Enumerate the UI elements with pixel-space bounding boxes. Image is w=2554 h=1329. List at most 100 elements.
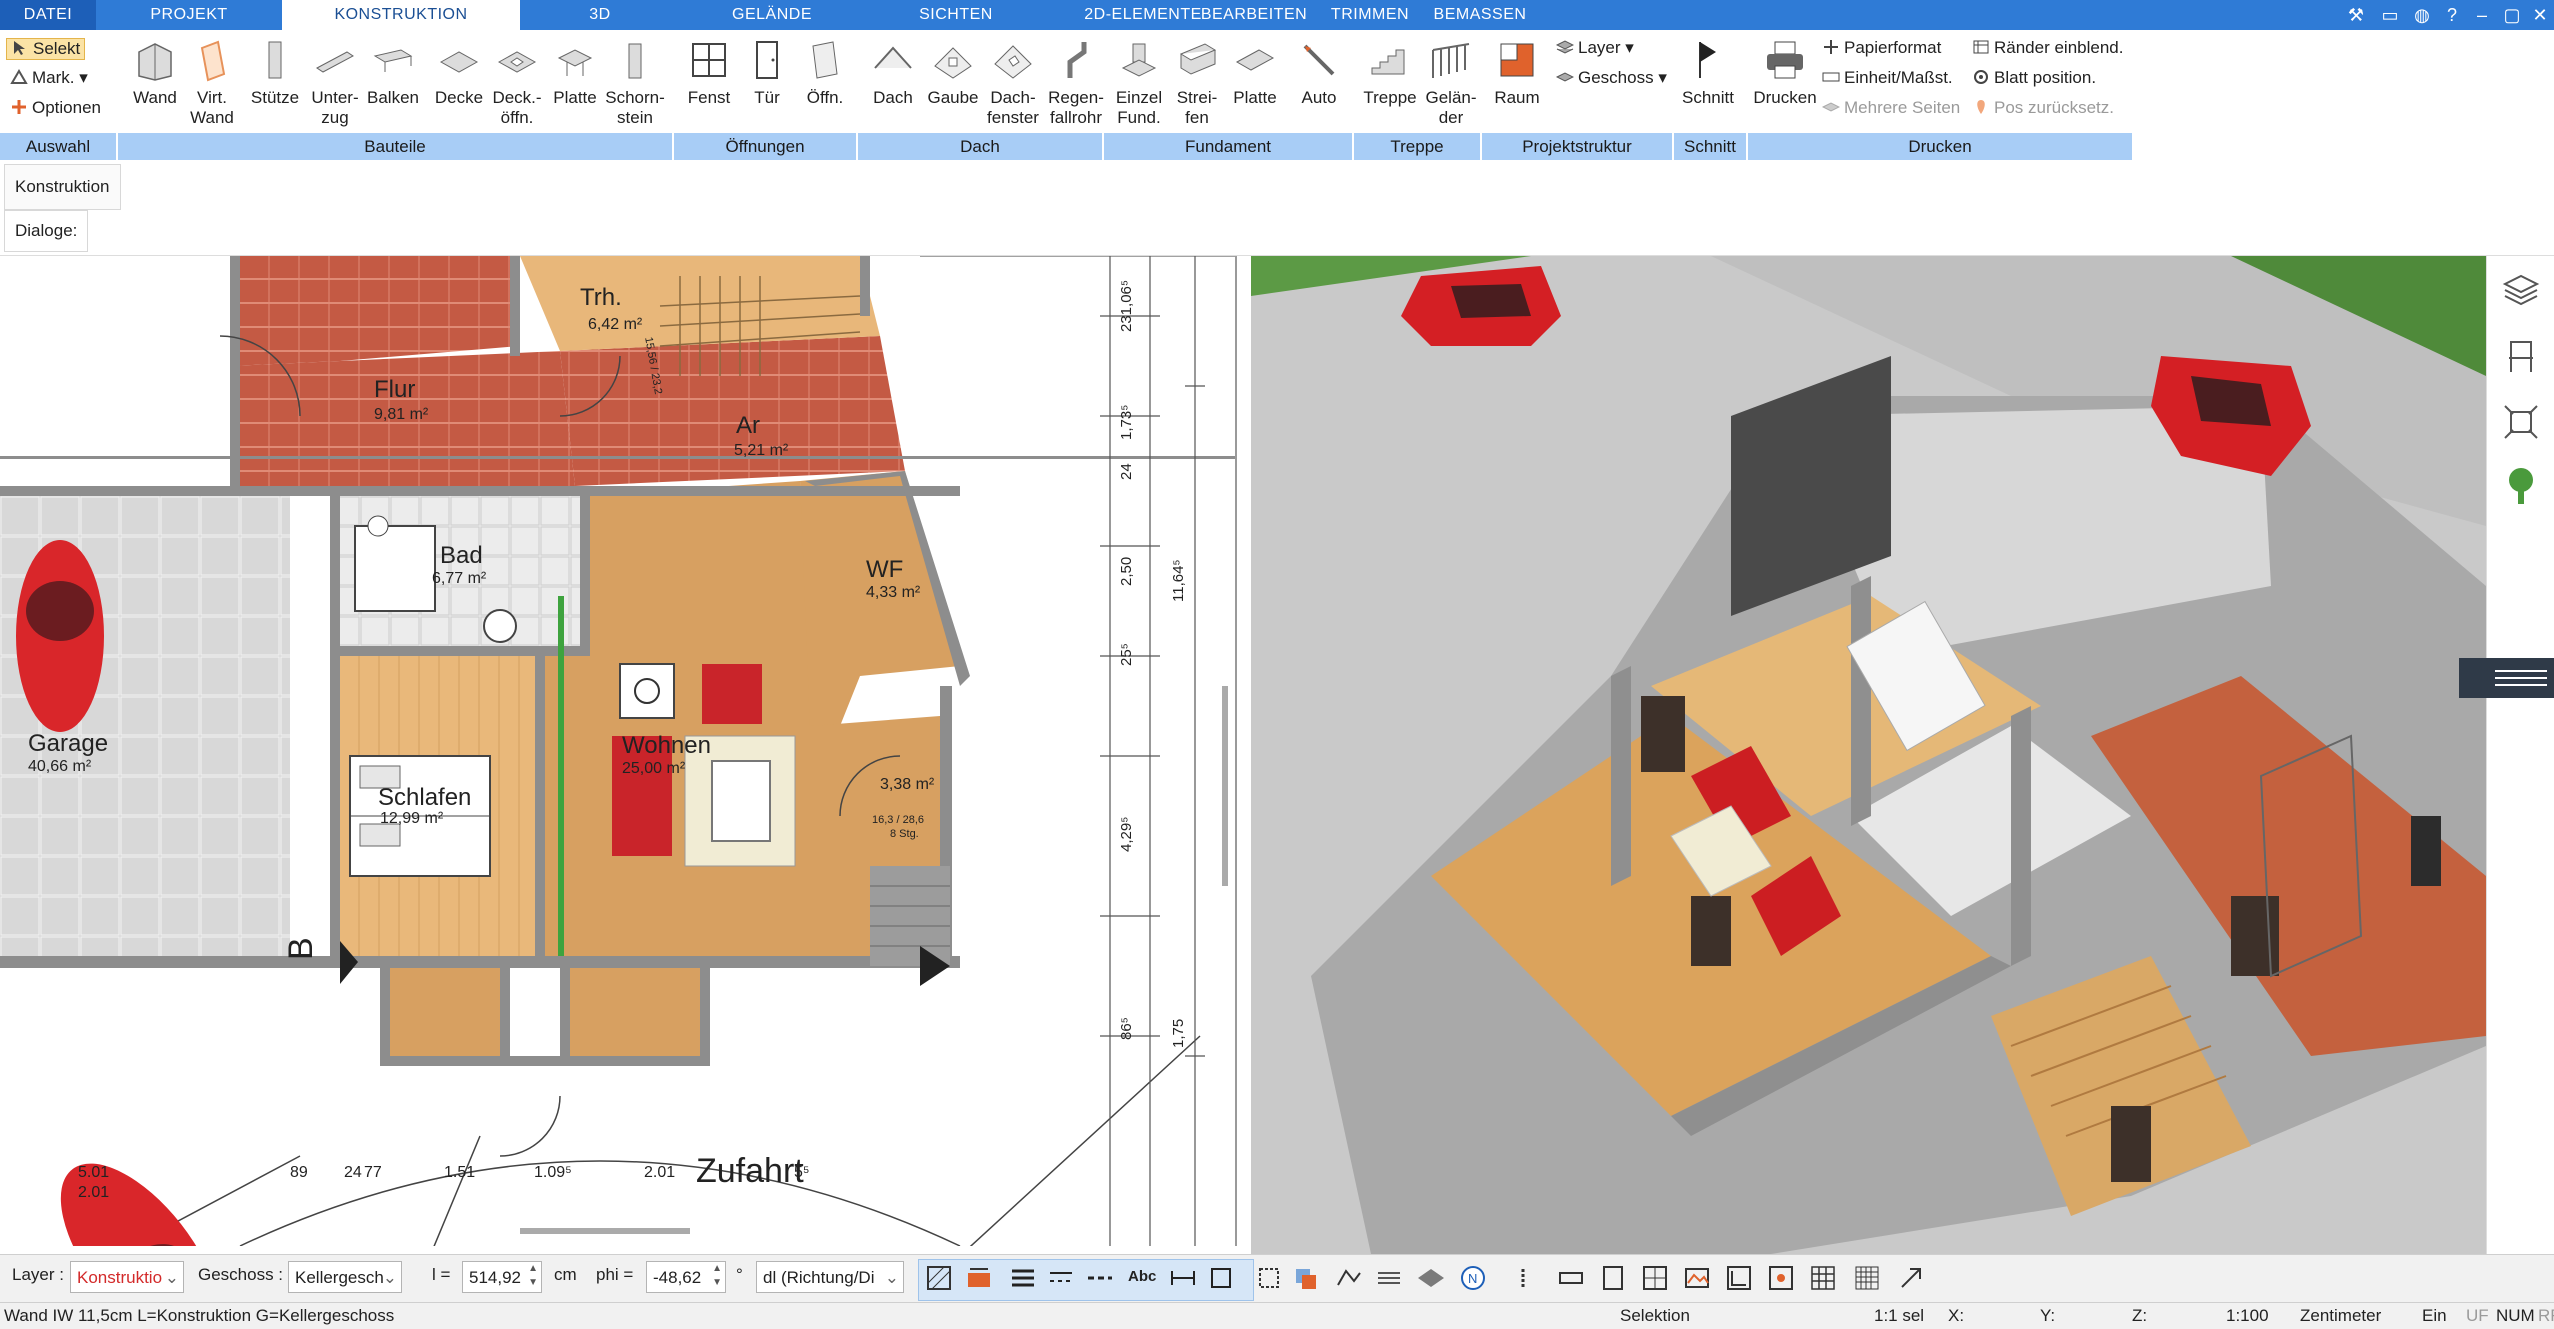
tab-konstruktion[interactable]: KONSTRUKTION — [282, 0, 520, 30]
close-icon[interactable]: ✕ — [2528, 3, 2552, 27]
wall-button[interactable]: Wand — [124, 38, 186, 108]
folder-icon[interactable]: ▭ — [2378, 3, 2402, 27]
paper-format-button[interactable]: Papierformat — [1822, 38, 1941, 58]
select-button[interactable]: Selekt — [6, 38, 86, 60]
tab-trimmen[interactable]: TRIMMEN — [1320, 0, 1420, 30]
text-style-icon[interactable]: Abc — [1128, 1268, 1156, 1285]
view-2-icon[interactable] — [1598, 1263, 1628, 1293]
section-button[interactable]: Schnitt — [1676, 38, 1740, 108]
tab-bearbeiten[interactable]: BEARBEITEN — [1188, 0, 1320, 30]
chair-icon[interactable] — [2501, 336, 2541, 376]
position-sheet-button[interactable]: Blatt position. — [1972, 68, 2096, 88]
select-area-icon[interactable] — [1254, 1263, 1284, 1293]
tab-projekt[interactable]: PROJEKT — [96, 0, 282, 30]
tab-bemassen[interactable]: BEMASSEN — [1420, 0, 1540, 30]
length-unit: cm — [554, 1265, 577, 1284]
single-foundation-button[interactable]: Einzel Fund. — [1110, 38, 1168, 128]
room-area-garage: 40,66 m² — [28, 758, 92, 775]
view-3d[interactable] — [1251, 256, 2486, 1254]
north-icon[interactable]: N — [1458, 1263, 1488, 1293]
roof-window-button[interactable]: Dach-fenster — [982, 38, 1044, 128]
spinner-icon[interactable]: ▲ ▼ — [528, 1262, 538, 1290]
tab-3d[interactable]: 3D — [520, 0, 680, 30]
window-button[interactable]: Fenst — [680, 38, 738, 108]
tab-datei[interactable]: DATEI — [0, 0, 96, 30]
geschoss-dropdown[interactable]: Geschoss ▾ — [1555, 68, 1667, 88]
virtual-wall-button[interactable]: Virt. Wand — [186, 38, 238, 128]
scale-button[interactable]: Einheit/Maßst. — [1822, 68, 1953, 88]
plane-icon[interactable] — [1416, 1263, 1446, 1293]
show-margins-button[interactable]: Ränder einblend. — [1972, 38, 2123, 58]
paint-icon[interactable] — [1290, 1263, 1320, 1293]
grid-fine-icon[interactable] — [1852, 1263, 1882, 1293]
railing-button[interactable]: Gelän-der — [1420, 38, 1482, 128]
view-1-icon[interactable] — [1556, 1263, 1586, 1293]
measure-icon[interactable] — [1724, 1263, 1754, 1293]
dialog-label: Dialoge: — [4, 210, 89, 252]
tab-sichten[interactable]: SICHTEN — [864, 0, 1048, 30]
ceiling-button[interactable]: Decke — [430, 38, 488, 108]
export-icon[interactable] — [1896, 1263, 1926, 1293]
tools-icon[interactable]: ⚒ — [2344, 3, 2368, 27]
spinner-icon[interactable]: ▲ ▼ — [712, 1262, 722, 1290]
svg-text:N: N — [1468, 1271, 1477, 1286]
ceiling-opening-button[interactable]: Deck.- öffn. — [488, 38, 546, 128]
stairs-button[interactable]: Treppe — [1358, 38, 1422, 108]
reset-position-button[interactable]: Pos zurücksetz. — [1972, 98, 2114, 118]
print-button[interactable]: Drucken — [1752, 38, 1818, 108]
layers-icon[interactable] — [2501, 270, 2541, 310]
frame-icon[interactable] — [1206, 1263, 1236, 1293]
polyline-icon[interactable] — [1334, 1263, 1364, 1293]
slab-button[interactable]: Platte — [546, 38, 604, 108]
beam-under-button[interactable]: Unter-zug — [306, 38, 364, 128]
door-button[interactable]: Tür — [738, 38, 796, 108]
fit-view-icon[interactable] — [2501, 402, 2541, 442]
help-icon[interactable]: ? — [2440, 3, 2464, 27]
maximize-icon[interactable]: ▢ — [2500, 3, 2524, 27]
grid-icon[interactable] — [1808, 1263, 1838, 1293]
minimize-icon[interactable]: – — [2470, 3, 2494, 27]
view-3-icon[interactable] — [1640, 1263, 1670, 1293]
globe-icon[interactable]: ◍ — [2410, 3, 2434, 27]
options-button[interactable]: Optionen — [10, 98, 101, 118]
multiple-pages-button[interactable]: Mehrere Seiten — [1821, 98, 1960, 118]
mark-icon — [10, 69, 28, 85]
dialog-tab-konstruktion[interactable]: Konstruktion — [4, 164, 121, 210]
line-type-icon[interactable] — [1046, 1263, 1076, 1293]
downpipe-button[interactable]: Regen-fallrohr — [1044, 38, 1108, 128]
image-icon[interactable] — [1682, 1263, 1712, 1293]
dl-select[interactable]: dl (Richtung/Di ⌄ — [756, 1261, 904, 1293]
foundation-slab-icon — [1235, 49, 1275, 71]
dimension-icon[interactable] — [1168, 1263, 1198, 1293]
hatch-icon[interactable] — [924, 1263, 954, 1293]
roof-button[interactable]: Dach — [862, 38, 924, 108]
room-area-wohnen: 25,00 m² — [622, 760, 686, 777]
mark-button[interactable]: Mark. ▾ — [10, 68, 88, 88]
phi-input[interactable]: -48,62 ▲ ▼ — [646, 1261, 726, 1293]
layer-dropdown[interactable]: Layer ▾ — [1555, 38, 1634, 58]
chimney-button[interactable]: Schorn-stein — [604, 38, 666, 128]
dash-icon[interactable] — [1084, 1263, 1114, 1293]
geschoss-select[interactable]: Kellergesch ⌄ — [288, 1261, 402, 1293]
dormer-button[interactable]: Gaube — [924, 38, 982, 108]
column-button[interactable]: Stütze — [246, 38, 304, 108]
tree-icon[interactable] — [2501, 464, 2541, 508]
foundation-slab-button[interactable]: Platte — [1226, 38, 1284, 108]
point-icon[interactable] — [1766, 1263, 1796, 1293]
opening-button[interactable]: Öffn. — [796, 38, 854, 108]
floor-plan-2d[interactable]: Trh. 6,42 m² 15,56 / 23,2 Flur 9,81 m² A… — [0, 256, 1237, 1246]
fill-icon[interactable] — [964, 1263, 994, 1293]
beam-button[interactable]: Balken — [364, 38, 422, 108]
line-weight-icon[interactable] — [1008, 1263, 1038, 1293]
layer-select[interactable]: Konstruktio ⌄ — [70, 1261, 184, 1293]
panel-toggle-button[interactable] — [2459, 658, 2554, 698]
auto-button[interactable]: Auto — [1290, 38, 1348, 108]
grip-icon[interactable] — [1508, 1263, 1538, 1293]
hatch-pattern-icon[interactable] — [1374, 1263, 1404, 1293]
phi-unit: ° — [736, 1265, 743, 1284]
length-input[interactable]: 514,92 ▲ ▼ — [462, 1261, 542, 1293]
tab-gelaende[interactable]: GELÄNDE — [680, 0, 864, 30]
section-flag-icon — [1699, 42, 1716, 78]
strip-foundation-button[interactable]: Strei-fen — [1168, 38, 1226, 128]
room-button[interactable]: Raum — [1488, 38, 1546, 108]
